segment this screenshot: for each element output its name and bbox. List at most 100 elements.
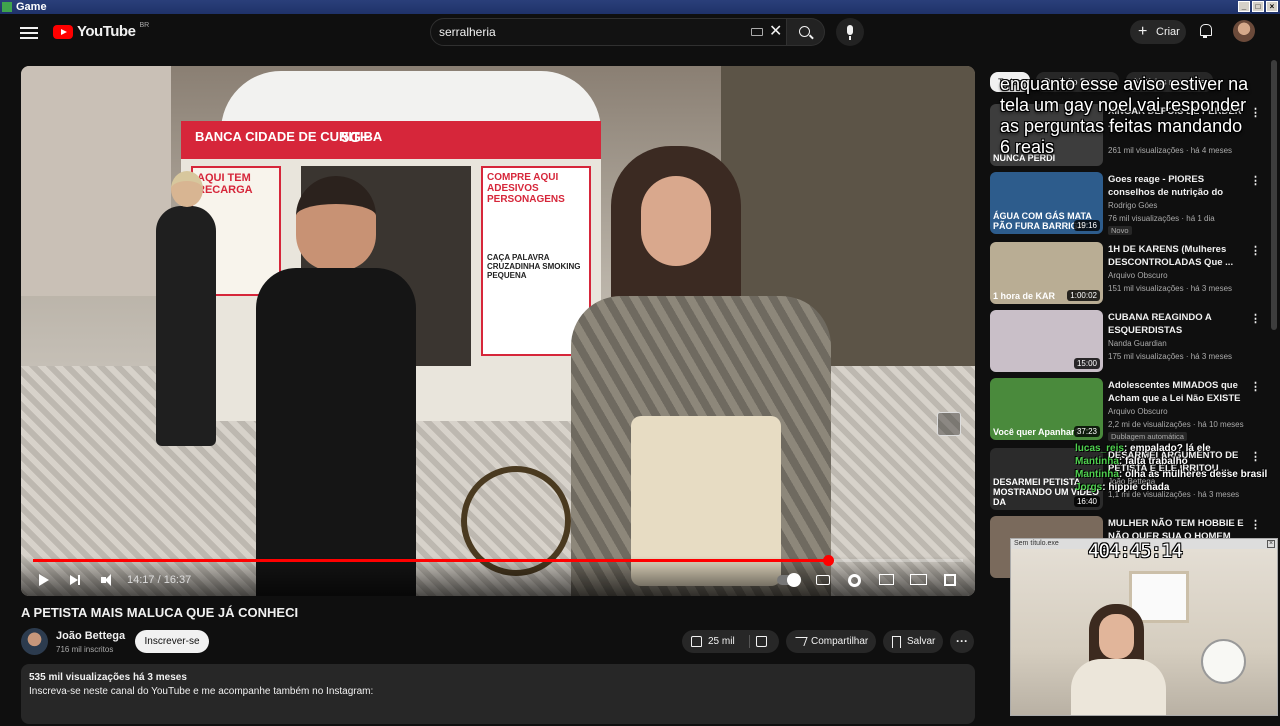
miniplayer-icon[interactable] (879, 574, 894, 585)
recommendation-thumbnail[interactable]: 1 hora de KAR 1:00:02 (990, 242, 1103, 304)
progress-bar[interactable] (33, 555, 963, 566)
channel-subscriber-count: 716 mil inscritos (56, 645, 114, 654)
logo-text: YouTube (77, 23, 136, 40)
chat-username: Mantinha (1075, 469, 1119, 480)
kebab-menu-icon[interactable]: ⋮ (1250, 174, 1261, 187)
video-duration: 16:40 (1073, 496, 1100, 507)
recommendation-thumbnail[interactable]: ÁGUA COM GÁS MATA PÃO FURA BARRIGA 19:16 (990, 172, 1103, 234)
progress-scrubber-handle[interactable] (823, 555, 835, 566)
kebab-menu-icon[interactable]: ⋮ (1250, 312, 1261, 325)
volume-icon[interactable] (101, 572, 113, 588)
recommendation-item[interactable]: 15:00 CUBANA REAGINDO A ESQUERDISTAS DEFE… (990, 310, 1261, 374)
share-button[interactable]: Compartilhar (786, 630, 876, 653)
progress-fill (33, 559, 829, 562)
autoplay-toggle[interactable] (777, 573, 801, 587)
fullscreen-icon[interactable] (944, 574, 956, 586)
stream-timer: 404:45:14 (1088, 540, 1183, 562)
recommendation-meta: 76 mil visualizações · há 1 dia (1108, 214, 1215, 223)
recommendation-thumbnail[interactable]: 15:00 (990, 310, 1103, 372)
save-button[interactable]: Salvar (883, 630, 943, 653)
scene-storefront-left (21, 66, 171, 296)
chat-message: Mantinha: olha as mulheres desse brasil (1075, 468, 1275, 481)
search-box: ✕ (430, 18, 787, 46)
chat-message: Jorgs: hippie chada (1075, 481, 1275, 494)
theater-mode-icon[interactable] (910, 574, 927, 585)
recommendation-title[interactable]: Goes reage - PIORES conselhos de nutriçã… (1108, 173, 1246, 199)
app-icon (2, 2, 12, 12)
recommendation-item[interactable]: Você quer Apanhar? 37:23 Adolescentes MIMA… (990, 378, 1261, 442)
thumbnail-caption: 1 hora de KAR (993, 291, 1056, 301)
next-video-icon[interactable] (70, 575, 80, 585)
chat-message: lucas_reis: empalado? lá ele (1075, 442, 1275, 455)
description-text: Inscreva-se neste canal do YouTube e me … (29, 686, 374, 697)
settings-gear-icon[interactable] (848, 574, 861, 587)
interviewee (571, 146, 831, 596)
stream-chat-overlay: lucas_reis: empalado? lá ele Mantinha: fa… (1075, 442, 1275, 494)
recommendation-title[interactable]: CUBANA REAGINDO A ESQUERDISTAS DEFENDEND… (1108, 311, 1246, 337)
like-thumb-icon[interactable] (691, 636, 702, 647)
logo-country: BR (139, 22, 150, 29)
video-duration: 19:16 (1073, 220, 1100, 231)
dislike-thumb-icon[interactable] (756, 636, 767, 647)
background-pedestrian (156, 171, 216, 446)
clear-search-icon[interactable]: ✕ (769, 23, 782, 41)
recommendation-meta: 2,2 mi de visualizações · há 10 meses (1108, 420, 1244, 429)
keyboard-icon[interactable] (751, 28, 763, 36)
voice-search-mic-icon[interactable] (836, 18, 864, 46)
newsstand-5g-badge: 5G+ (341, 129, 370, 146)
video-player[interactable]: BANCA CIDADE DE CURITIBA 5G+ AQUI TEM RE… (21, 66, 975, 596)
os-window-titlebar: Game _ □ × (0, 0, 1280, 14)
subtitles-icon[interactable] (816, 575, 830, 585)
recommendation-item[interactable]: 1 hora de KAR 1:00:02 1H DE KARENS (Mulher… (990, 242, 1261, 306)
video-duration: 37:23 (1073, 426, 1100, 437)
channel-avatar[interactable] (21, 628, 48, 655)
notifications-bell-icon[interactable] (1198, 24, 1212, 38)
share-label: Compartilhar (811, 636, 869, 647)
recommendation-badge: Dublagem automática (1108, 432, 1187, 441)
search-icon (799, 26, 810, 37)
kebab-menu-icon[interactable]: ⋮ (1250, 106, 1261, 119)
screen-toggle-icon[interactable] (937, 412, 961, 436)
create-button[interactable]: + Criar (1130, 20, 1186, 44)
webcam-feed (1011, 549, 1277, 715)
search-input[interactable] (439, 23, 739, 41)
like-count[interactable]: 25 mil (708, 630, 735, 653)
play-icon[interactable] (39, 574, 49, 586)
recommendation-meta: 151 mil visualizações · há 3 meses (1108, 284, 1233, 293)
youtube-play-icon (53, 24, 73, 39)
video-title: A PETISTA MAIS MALUCA QUE JÁ CONHECI (21, 605, 299, 620)
recommendation-title[interactable]: Adolescentes MIMADOS que Acham que a Lei… (1108, 379, 1246, 405)
recommendation-title[interactable]: 1H DE KARENS (Mulheres DESCONTROLADAS Qu… (1108, 243, 1246, 269)
recommendation-channel: Rodrigo Góes (1108, 201, 1158, 210)
recommendation-channel: Arquivo Obscuro (1108, 407, 1168, 416)
chat-username: lucas_reis (1075, 443, 1124, 454)
thumbnail-caption: Você quer Apanhar? (993, 427, 1081, 437)
kebab-menu-icon[interactable]: ⋮ (1250, 244, 1261, 257)
maximize-button[interactable]: □ (1252, 1, 1264, 12)
like-divider (749, 635, 750, 648)
more-actions-icon[interactable]: ··· (950, 630, 974, 653)
recommendation-item[interactable]: ÁGUA COM GÁS MATA PÃO FURA BARRIGA 19:16 G… (990, 172, 1261, 236)
search-button[interactable] (787, 18, 825, 46)
video-duration: 1:00:02 (1067, 290, 1100, 301)
account-avatar[interactable] (1233, 20, 1255, 42)
hamburger-menu-icon[interactable] (20, 24, 38, 40)
interviewer (256, 176, 416, 596)
recommendation-thumbnail[interactable]: Você quer Apanhar? 37:23 (990, 378, 1103, 440)
close-window-button[interactable]: × (1266, 1, 1278, 12)
youtube-logo[interactable]: YouTube BR (53, 22, 150, 40)
sidebar-scrollbar[interactable] (1271, 60, 1277, 330)
subscribe-button[interactable]: Inscrever-se (135, 630, 209, 653)
webcam-close-icon[interactable]: × (1267, 540, 1275, 548)
kebab-menu-icon[interactable]: ⋮ (1250, 380, 1261, 393)
chat-username: Jorgs (1075, 482, 1103, 493)
webcam-window[interactable]: Sem título.exe × (1010, 538, 1278, 716)
create-label: Criar (1156, 26, 1180, 38)
description-box[interactable]: 535 mil visualizações há 3 meses Inscrev… (21, 664, 975, 724)
player-controls: 14:17 / 16:37 (21, 555, 975, 596)
kebab-menu-icon[interactable]: ⋮ (1250, 518, 1261, 531)
time-display: 14:17 / 16:37 (127, 574, 192, 586)
chat-text: : empalado? lá ele (1123, 443, 1211, 454)
channel-name[interactable]: João Bettega (56, 630, 125, 642)
minimize-button[interactable]: _ (1238, 1, 1250, 12)
